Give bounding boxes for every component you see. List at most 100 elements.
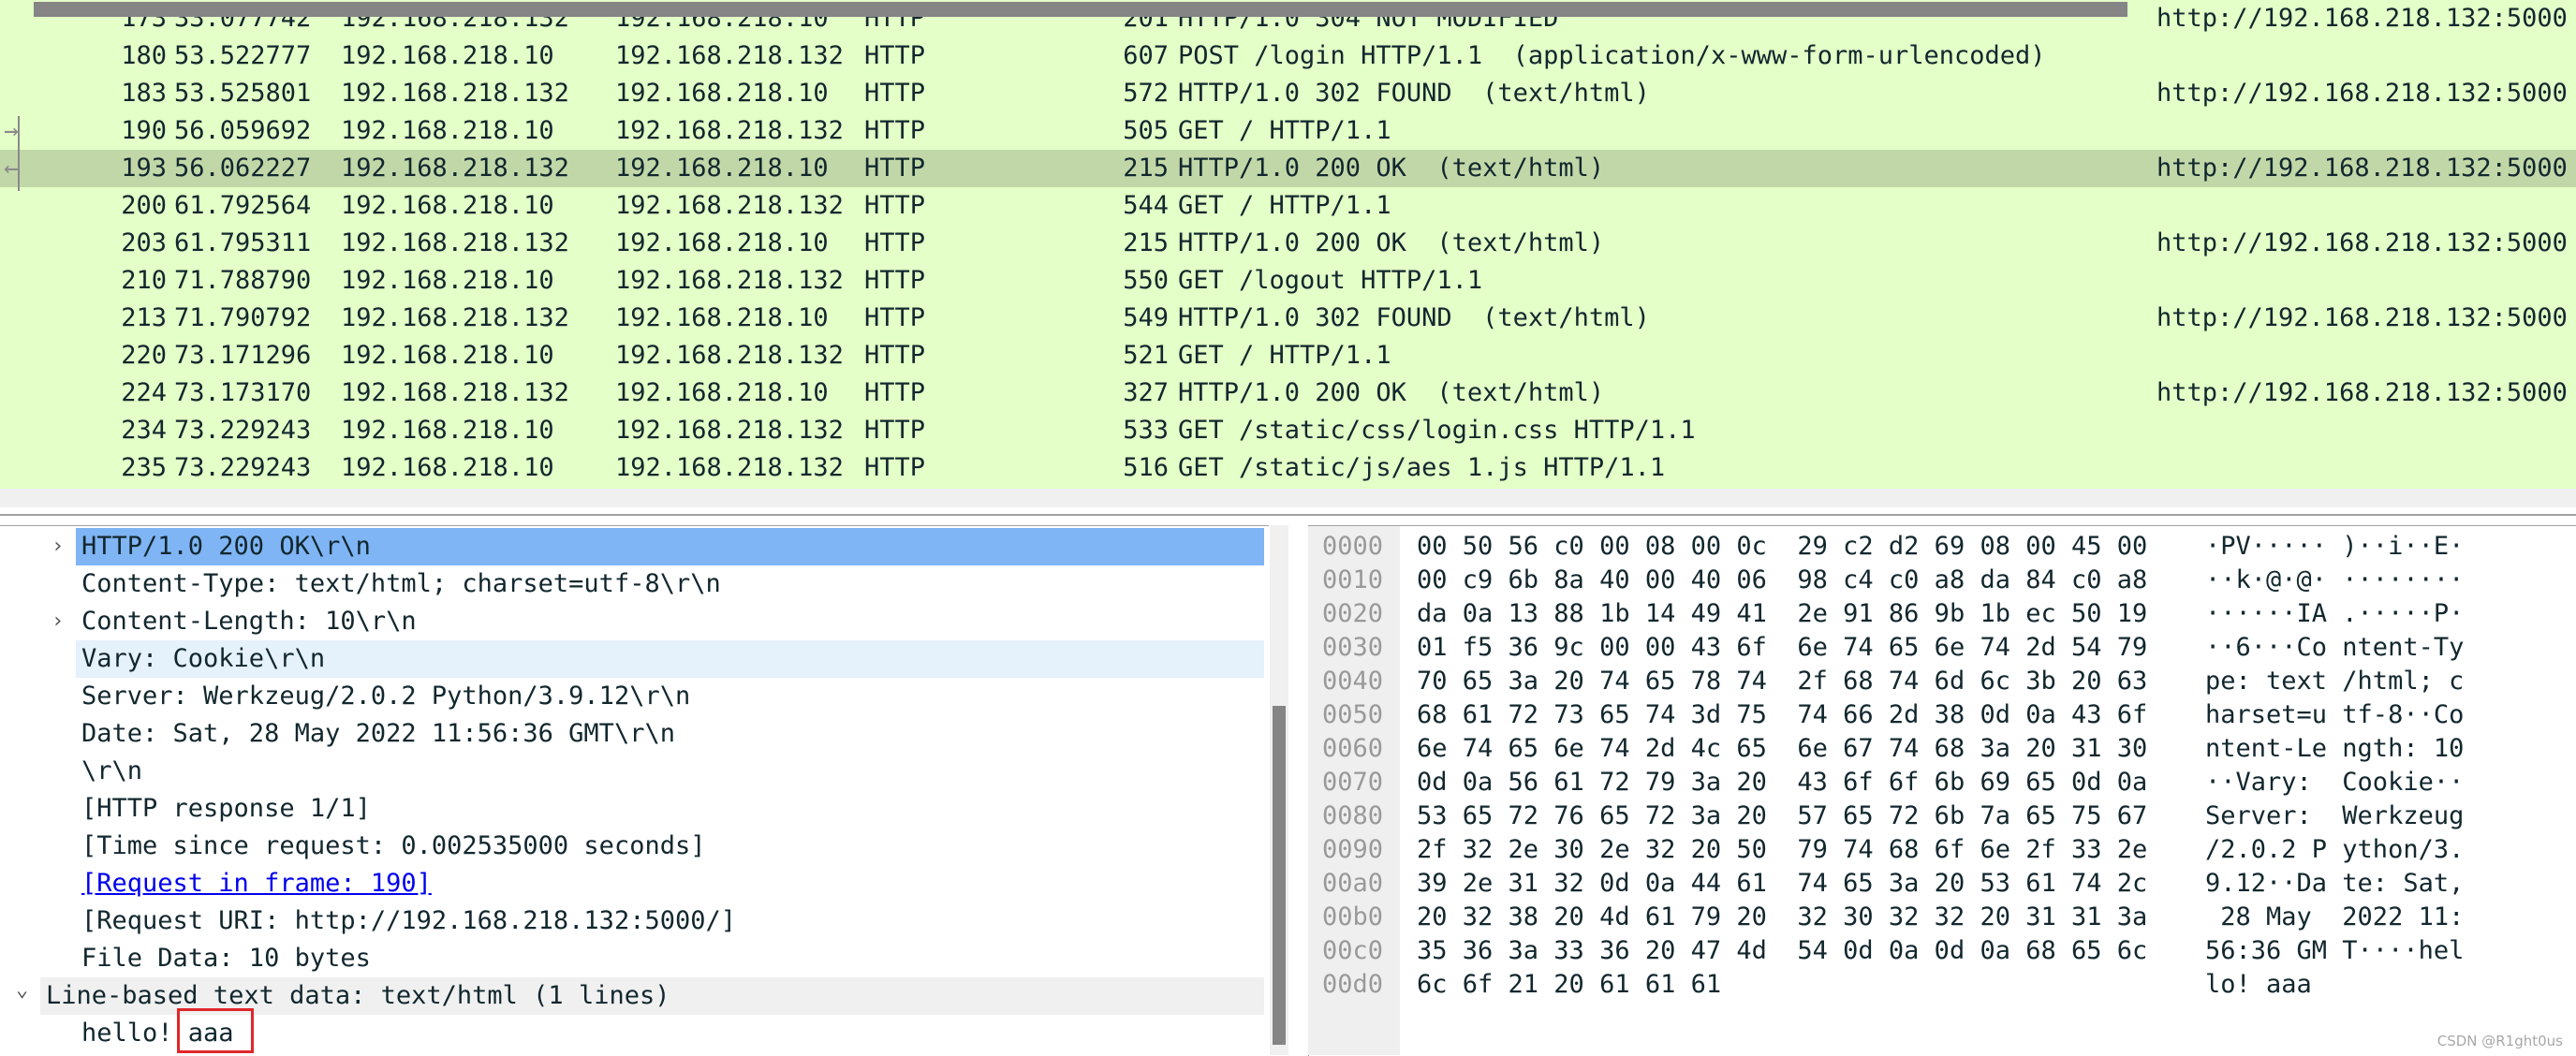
tree-item[interactable]: › HTTP/1.0 200 OK\r\n <box>0 528 1264 565</box>
tree-item[interactable]: File Data: 10 bytes <box>0 940 1264 977</box>
hex-bytes[interactable]: 0d 0a 56 61 72 79 3a 20 43 6f 6f 6b 69 6… <box>1417 766 2147 799</box>
hex-bytes[interactable]: da 0a 13 88 1b 14 49 41 2e 91 86 9b 1b e… <box>1417 597 2147 631</box>
tree-item[interactable]: [Request URI: http://192.168.218.132:500… <box>0 902 1264 940</box>
packet-row[interactable]: 235 73.229243 192.168.218.10 192.168.218.13… <box>0 449 2576 487</box>
hex-ascii[interactable]: 56:36 GM T····hel <box>2205 934 2464 968</box>
packet-time: 71.788790 <box>174 266 312 295</box>
hex-bytes[interactable]: 68 61 72 73 65 74 3d 75 74 66 2d 38 0d 0… <box>1417 698 2147 732</box>
packet-proto: HTTP <box>864 79 926 108</box>
hex-bytes[interactable]: 53 65 72 76 65 72 3a 20 57 65 72 6b 7a 6… <box>1417 799 2147 833</box>
tree-item-label: [Request URI: http://192.168.218.132:500… <box>81 906 736 935</box>
hex-ascii[interactable]: pe: text /html; c <box>2205 665 2464 698</box>
hex-bytes[interactable]: 39 2e 31 32 0d 0a 44 61 74 65 3a 20 53 6… <box>1417 867 2147 901</box>
tree-item[interactable]: Server: Werkzeug/2.0.2 Python/3.9.12\r\n <box>0 678 1264 715</box>
packet-row[interactable]: 220 73.171296 192.168.218.10 192.168.218.13… <box>0 337 2576 374</box>
packet-len: 215 <box>1123 228 1169 257</box>
packet-src: 192.168.218.132 <box>341 228 569 257</box>
tree-item[interactable]: [Request in frame: 190] <box>0 865 1264 902</box>
hex-ascii[interactable]: 28 May 2022 11: <box>2205 901 2464 934</box>
packet-src: 192.168.218.10 <box>341 453 554 482</box>
hex-bytes[interactable]: 2f 32 2e 30 2e 32 20 50 79 74 68 6f 6e 2… <box>1417 833 2147 867</box>
hex-ascii[interactable]: ······IA .·····P· <box>2205 597 2464 631</box>
packet-uri: http://192.168.218.132:5000 <box>2156 303 2568 332</box>
hex-ascii[interactable]: ··6···Co ntent-Ty <box>2205 631 2464 665</box>
tree-item[interactable]: Date: Sat, 28 May 2022 11:56:36 GMT\r\n <box>0 715 1264 753</box>
hex-offset[interactable]: 0080 <box>1322 799 1383 833</box>
chevron-right-icon[interactable]: › <box>52 528 64 565</box>
packet-row[interactable]: 224 73.173170 192.168.218.132 192.168.218.1… <box>0 374 2576 412</box>
hex-bytes[interactable]: 01 f5 36 9c 00 00 43 6f 6e 74 65 6e 74 2… <box>1417 631 2147 665</box>
packet-dst: 192.168.218.10 <box>615 228 829 257</box>
tree-item-label: Server: Werkzeug/2.0.2 Python/3.9.12\r\n <box>81 682 691 711</box>
hex-bytes[interactable]: 00 c9 6b 8a 40 00 40 06 98 c4 c0 a8 da 8… <box>1417 564 2147 597</box>
tree-item[interactable]: [HTTP response 1/1] <box>0 790 1264 828</box>
pane-splitter[interactable] <box>0 514 2576 516</box>
hex-ascii[interactable]: /2.0.2 P ython/3. <box>2205 833 2464 867</box>
hex-ascii[interactable]: ··k·@·@· ········ <box>2205 564 2464 597</box>
packet-no: 210 <box>121 266 167 295</box>
hex-ascii[interactable]: lo! aaa <box>2205 968 2312 1002</box>
packet-info: GET /static/js/aes 1.js HTTP/1.1 <box>1178 453 1666 482</box>
chevron-right-icon[interactable]: › <box>52 603 64 640</box>
tree-item-label: File Data: 10 bytes <box>81 944 371 973</box>
packet-dst: 192.168.218.132 <box>615 191 844 220</box>
packet-len: 505 <box>1123 116 1169 145</box>
packet-src: 192.168.218.132 <box>341 79 569 108</box>
packet-row[interactable]: 180 53.522777 192.168.218.10 192.168.218.13… <box>0 37 2576 75</box>
tree-item[interactable]: [Time since request: 0.002535000 seconds… <box>0 828 1264 865</box>
hex-bytes[interactable]: 6e 74 65 6e 74 2d 4c 65 6e 67 74 68 3a 2… <box>1417 732 2147 766</box>
packet-row[interactable]: 183 53.525801 192.168.218.132 192.168.218.1… <box>0 75 2576 112</box>
hex-ascii[interactable]: ntent-Le ngth: 10 <box>2205 732 2464 766</box>
hex-offset[interactable]: 0020 <box>1322 597 1383 631</box>
hex-offset[interactable]: 00c0 <box>1322 934 1383 968</box>
tree-item[interactable]: Content-Type: text/html; charset=utf-8\r… <box>0 565 1264 603</box>
hex-ascii[interactable]: harset=u tf-8··Co <box>2205 698 2464 732</box>
hex-bytes[interactable]: 00 50 56 c0 00 08 00 0c 29 c2 d2 69 08 0… <box>1417 530 2147 564</box>
packet-row[interactable]: 210 71.788790 192.168.218.10 192.168.218.13… <box>0 262 2576 300</box>
hex-bytes[interactable]: 35 36 3a 33 36 20 47 4d 54 0d 0a 0d 0a 6… <box>1417 934 2147 968</box>
hex-offset[interactable]: 0070 <box>1322 766 1383 799</box>
hex-offset[interactable]: 00d0 <box>1322 968 1383 1002</box>
packet-row[interactable]: 213 71.790792 192.168.218.132 192.168.218.1… <box>0 300 2576 337</box>
response-arrow-icon: ← <box>4 154 19 183</box>
packet-src: 192.168.218.10 <box>341 191 554 220</box>
tree-item[interactable]: › Content-Length: 10\r\n <box>0 603 1264 640</box>
packet-info: HTTP/1.0 302 FOUND (text/html) <box>1178 79 1650 108</box>
hex-bytes[interactable]: 70 65 3a 20 74 65 78 74 2f 68 74 6d 6c 3… <box>1417 665 2147 698</box>
hex-bytes[interactable]: 20 32 38 20 4d 61 79 20 32 30 32 32 20 3… <box>1417 901 2147 934</box>
packet-time: 73.229243 <box>174 416 312 445</box>
chevron-down-icon[interactable]: ⌄ <box>16 972 28 1009</box>
hex-ascii[interactable]: ··Vary: Cookie·· <box>2205 766 2464 799</box>
packet-info: HTTP/1.0 302 FOUND (text/html) <box>1178 303 1650 332</box>
hex-offset[interactable]: 0010 <box>1322 564 1383 597</box>
hex-bytes[interactable]: 6c 6f 21 20 61 61 61 <box>1417 968 1721 1002</box>
hex-offset[interactable]: 0090 <box>1322 833 1383 867</box>
packet-list-horizontal-scrollbar[interactable] <box>0 489 2576 507</box>
hex-offset[interactable]: 0060 <box>1322 732 1383 766</box>
tree-item[interactable]: \r\n <box>0 753 1264 790</box>
tree-item[interactable]: Vary: Cookie\r\n <box>0 640 1264 678</box>
horizontal-scrollbar-thumb[interactable] <box>34 2 2127 17</box>
hex-offset[interactable]: 00a0 <box>1322 867 1383 901</box>
packet-info: POST /login HTTP/1.1 (application/x-www-… <box>1178 41 2046 70</box>
packet-row[interactable]: 200 61.792564 192.168.218.10 192.168.218.13… <box>0 187 2576 225</box>
packet-uri: http://192.168.218.132:5000 <box>2156 378 2568 407</box>
packet-dst: 192.168.218.132 <box>615 341 844 370</box>
hex-offset[interactable]: 00b0 <box>1322 901 1383 934</box>
hex-ascii[interactable]: 9.12··Da te: Sat, <box>2205 867 2464 901</box>
hex-offset[interactable]: 0030 <box>1322 631 1383 665</box>
packet-row[interactable]: 203 61.795311 192.168.218.132 192.168.218.1… <box>0 225 2576 262</box>
packet-row[interactable]: 190 56.059692 192.168.218.10 192.168.218.13… <box>0 112 2576 150</box>
packet-row[interactable]: 193 56.062227 192.168.218.132 192.168.218.1… <box>0 150 2576 187</box>
vertical-scrollbar-thumb[interactable] <box>1273 706 1286 1045</box>
request-frame-link[interactable]: [Request in frame: 190] <box>81 865 432 902</box>
hex-offset[interactable]: 0050 <box>1322 698 1383 732</box>
packet-len: 550 <box>1123 266 1169 295</box>
hex-ascii[interactable]: ·PV····· )··i··E· <box>2205 530 2464 564</box>
hex-offset[interactable]: 0000 <box>1322 530 1383 564</box>
packet-no: 203 <box>121 228 167 257</box>
hex-offset[interactable]: 0040 <box>1322 665 1383 698</box>
hex-ascii[interactable]: Server: Werkzeug <box>2205 799 2464 833</box>
packet-len: 572 <box>1123 79 1169 108</box>
packet-row[interactable]: 234 73.229243 192.168.218.10 192.168.218.13… <box>0 412 2576 449</box>
